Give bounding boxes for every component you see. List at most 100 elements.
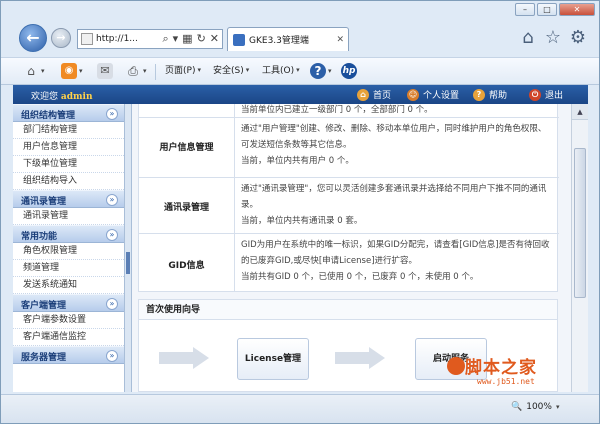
header-link-home[interactable]: ⌂ 首页 xyxy=(357,88,391,101)
splitter-grip[interactable] xyxy=(126,252,130,274)
sidebar-item-sub-units[interactable]: 下级单位管理 xyxy=(13,156,124,173)
section-desc: GID为用户在系统中的唯一标识，如果GID分配完，请查看[GID信息]是否有待回… xyxy=(241,240,550,266)
back-button[interactable]: ← xyxy=(19,24,47,52)
chevron-down-icon: ▾ xyxy=(197,65,201,74)
forward-button[interactable]: → xyxy=(51,28,71,48)
sidebar-group-title: 组织结构管理 xyxy=(21,111,76,121)
dropdown-caret-icon[interactable]: ▾ xyxy=(173,32,179,46)
rss-icon: ◉ xyxy=(61,63,77,79)
welcome-text: 欢迎您 admin xyxy=(31,89,93,102)
cmd-print[interactable]: ⎙ ▾ xyxy=(125,63,146,79)
close-window-button[interactable]: ✕ xyxy=(559,3,595,16)
chevron-down-icon: ▾ xyxy=(41,67,45,75)
vertical-scrollbar[interactable]: ▲ xyxy=(571,104,588,392)
header-link-home-label: 首页 xyxy=(373,91,392,101)
command-bar: ⌂ ▾ ◉ ▾ ✉ ⎙ ▾ 页面(P) ▾ 安全(S) ▾ 工具(O) ▾ ? ▾ hp xyxy=(1,57,599,85)
sidebar-item-role-permissions[interactable]: 角色权限管理 xyxy=(13,243,124,260)
sidebar-item-dept-structure[interactable]: 部门结构管理 xyxy=(13,122,124,139)
zoom-level: 100% xyxy=(526,402,552,412)
header-link-help[interactable]: ? 帮助 xyxy=(473,88,507,101)
sidebar-item-client-monitor[interactable]: 客户端通信监控 xyxy=(13,329,124,346)
home-icon: ⌂ xyxy=(27,64,35,78)
status-bar: 🔍 100% ▾ xyxy=(1,394,599,423)
sidebar-group-title: 客户端管理 xyxy=(21,301,67,311)
sidebar-item-org-import[interactable]: 组织结构导入 xyxy=(13,173,124,190)
username: admin xyxy=(60,92,93,102)
sidebar-item-client-params[interactable]: 客户端参数设置 xyxy=(13,312,124,329)
cmd-safety[interactable]: 安全(S) ▾ xyxy=(213,63,249,77)
logout-icon: ⏻ xyxy=(529,88,541,101)
search-icon[interactable]: ⌕ xyxy=(162,32,168,46)
cmd-home[interactable]: ⌂ ▾ xyxy=(23,63,45,79)
welcome-prefix: 欢迎您 xyxy=(31,92,59,102)
cmd-tools[interactable]: 工具(O) ▾ xyxy=(262,63,300,77)
user-icon: ☺ xyxy=(407,88,419,101)
sidebar-group-client[interactable]: 客户端管理 » xyxy=(13,294,124,312)
sidebar-group-server[interactable]: 服务器管理 » xyxy=(13,346,124,364)
address-text[interactable]: http://1... xyxy=(96,34,138,44)
sidebar-item-channels[interactable]: 频道管理 xyxy=(13,260,124,277)
address-bar[interactable]: http://1... ⌕ ▾ ▦ ↻ ✕ xyxy=(77,29,223,49)
overview-panel: 当前单位内已建立一级部门 0 个，全部部门 0 个。 用户信息管理 通过"用户管… xyxy=(138,104,559,292)
minimize-button[interactable]: – xyxy=(515,3,535,16)
mail-icon: ✉ xyxy=(97,63,113,79)
tab-close-icon[interactable]: ✕ xyxy=(336,35,344,45)
sidebar-group-contacts[interactable]: 通讯录管理 » xyxy=(13,190,124,208)
cmd-hp[interactable]: hp xyxy=(341,63,357,79)
cmd-page-label: 页面(P) xyxy=(165,66,196,76)
section-desc: 通过"用户管理"创建、修改、删除、移动本单位用户，同时维护用户的角色权限、可发送… xyxy=(241,124,547,150)
home-icon[interactable]: ⌂ xyxy=(517,27,539,48)
address-tools: ⌕ ▾ ▦ ↻ ✕ xyxy=(162,32,222,46)
cmd-feeds[interactable]: ◉ ▾ xyxy=(61,63,83,79)
zoom-control[interactable]: 🔍 100% ▾ xyxy=(511,402,559,412)
section-stat: 当前，单位内共有通讯录 0 套。 xyxy=(241,216,363,226)
favorites-star-icon[interactable]: ☆ xyxy=(542,27,564,48)
section-stat: 当前，单位内共有用户 0 个。 xyxy=(241,156,354,166)
collapse-icon[interactable]: » xyxy=(106,108,118,120)
header-link-logout[interactable]: ⏻ 退出 xyxy=(529,88,563,101)
section-cell: 通过"通讯录管理"，您可以灵活创建多套通讯录并选择给不同用户下推不同的通讯录。 … xyxy=(234,178,559,233)
chevron-down-icon: ▾ xyxy=(555,403,560,411)
section-contacts: 通讯录管理 通过"通讯录管理"，您可以灵活创建多套通讯录并选择给不同用户下推不同… xyxy=(139,178,559,234)
compat-view-icon[interactable]: ▦ xyxy=(182,32,192,46)
dept-stat-text: 当前单位内已建立一级部门 0 个，全部部门 0 个。 xyxy=(234,104,559,117)
wizard-arrow-icon xyxy=(335,347,385,369)
sidebar-group-common[interactable]: 常用功能 » xyxy=(13,225,124,243)
header-link-personal-settings-label: 个人设置 xyxy=(423,91,460,101)
watermark-logo-icon xyxy=(447,357,465,375)
section-user-info: 用户信息管理 通过"用户管理"创建、修改、删除、移动本单位用户，同时维护用户的角… xyxy=(139,118,559,178)
sidebar-item-contacts[interactable]: 通讯录管理 xyxy=(13,208,124,225)
cmd-page[interactable]: 页面(P) ▾ xyxy=(165,63,201,77)
sidebar-splitter[interactable] xyxy=(125,104,132,392)
sidebar-group-title: 常用功能 xyxy=(21,232,58,242)
maximize-button[interactable]: □ xyxy=(537,3,557,16)
wizard-step-license[interactable]: License管理 xyxy=(237,338,309,380)
sidebar-group-title: 通讯录管理 xyxy=(21,197,67,207)
page-icon xyxy=(81,33,93,45)
stop-icon[interactable]: ✕ xyxy=(210,32,219,46)
chevron-down-icon: ▾ xyxy=(296,65,300,74)
scroll-thumb[interactable] xyxy=(574,148,586,298)
settings-gear-icon[interactable]: ⚙ xyxy=(567,27,589,48)
wizard-title: 首次使用向导 xyxy=(139,300,557,320)
refresh-icon[interactable]: ↻ xyxy=(197,32,206,46)
collapse-icon[interactable]: » xyxy=(106,350,118,362)
chevron-down-icon: ▾ xyxy=(328,67,332,75)
main-content: 当前单位内已建立一级部门 0 个，全部部门 0 个。 用户信息管理 通过"用户管… xyxy=(132,104,571,392)
scroll-up-icon[interactable]: ▲ xyxy=(572,104,588,120)
cmd-help[interactable]: ? ▾ xyxy=(310,63,332,79)
sidebar-item-user-info[interactable]: 用户信息管理 xyxy=(13,139,124,156)
watermark-url: www.jb51.net xyxy=(477,377,535,386)
collapse-icon[interactable]: » xyxy=(106,298,118,310)
section-label: GID信息 xyxy=(168,261,205,271)
sidebar-group-org[interactable]: 组织结构管理 » xyxy=(13,104,124,122)
sidebar-item-system-notice[interactable]: 发送系统通知 xyxy=(13,277,124,294)
collapse-icon[interactable]: » xyxy=(106,229,118,241)
header-link-personal-settings[interactable]: ☺ 个人设置 xyxy=(407,88,459,101)
cmd-mail[interactable]: ✉ xyxy=(97,63,113,79)
collapse-icon[interactable]: » xyxy=(106,194,118,206)
tab-gke-admin[interactable]: GKE3.3管理端 ✕ xyxy=(227,27,349,51)
section-desc: 通过"通讯录管理"，您可以灵活创建多套通讯录并选择给不同用户下推不同的通讯录。 xyxy=(241,184,547,210)
hp-logo-icon: hp xyxy=(341,63,357,79)
help-icon: ? xyxy=(473,88,485,101)
